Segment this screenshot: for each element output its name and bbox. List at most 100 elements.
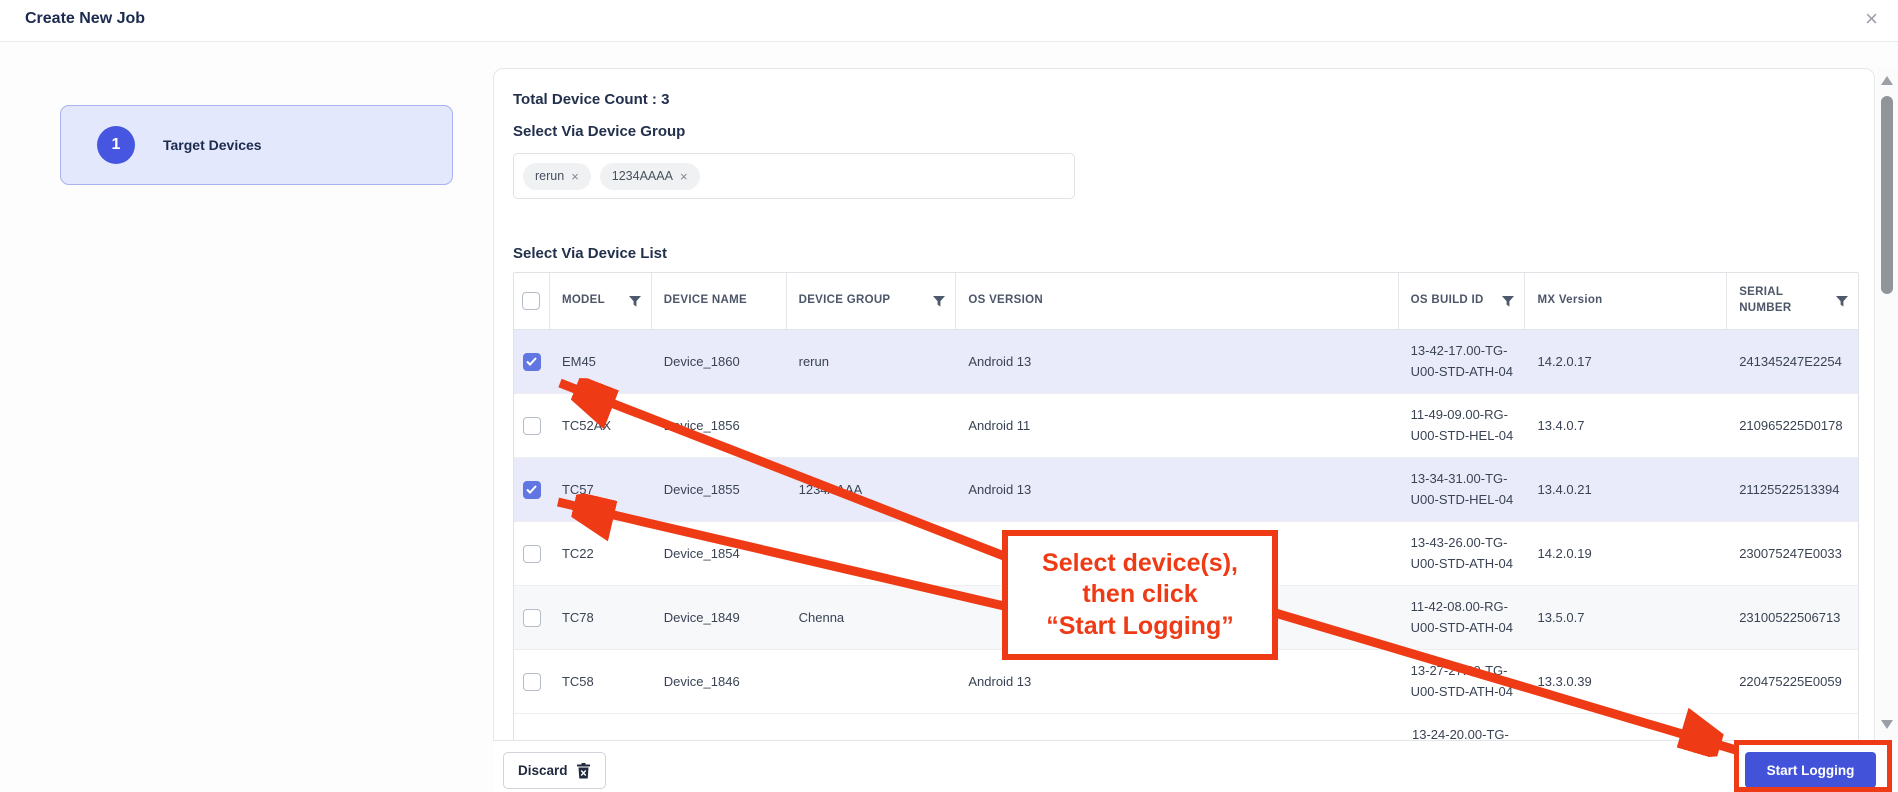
cell-model: TC52AX [550, 394, 652, 457]
cell-mx-version: 13.4.0.7 [1525, 394, 1727, 457]
cell-os-version: Android 13 [956, 458, 1398, 521]
column-header-model[interactable]: MODEL [550, 273, 652, 329]
filter-icon[interactable] [629, 296, 641, 307]
cell-model: TC78 [550, 586, 652, 649]
column-header-label: SERIAL NUMBER [1739, 285, 1799, 316]
scrollbar-thumb[interactable] [1881, 96, 1893, 294]
column-header-label: DEVICE GROUP [799, 293, 891, 309]
column-header-os-version[interactable]: OS VERSION [956, 273, 1398, 329]
header-checkbox-cell [514, 273, 550, 329]
column-header-mx-version[interactable]: MX Version [1525, 273, 1727, 329]
column-header-os-build-id[interactable]: OS BUILD ID [1399, 273, 1526, 329]
row-checkbox-cell [514, 394, 550, 457]
cell-mx-version: 14.2.0.19 [1525, 522, 1727, 585]
row-checkbox[interactable] [523, 353, 541, 371]
cell-device-name: Device_1854 [652, 522, 787, 585]
cell-os-version: Android 13 [956, 330, 1398, 393]
step-number-badge: 1 [97, 126, 135, 164]
column-header-label: MX Version [1537, 293, 1602, 309]
cell-device-name: Device_1855 [652, 458, 787, 521]
cell-os-build-id: 11-42-08.00-RG-U00-STD-ATH-04 [1399, 586, 1526, 649]
row-checkbox-cell [514, 650, 550, 713]
trash-delete-icon [576, 763, 591, 779]
cell-serial-number: 230075247E0033 [1727, 522, 1858, 585]
chip-remove-icon[interactable]: × [571, 169, 579, 184]
scrollbar-down-arrow-icon[interactable] [1881, 720, 1893, 729]
cell-model: EM45 [550, 330, 652, 393]
table-row-partial: 13-24-20.00-TG- [514, 714, 1858, 741]
cell-os-build-id: 13-42-17.00-TG-U00-STD-ATH-04 [1399, 330, 1526, 393]
cell-device-group: 1234AAAA [787, 458, 957, 521]
column-header-device-group[interactable]: DEVICE GROUP [787, 273, 957, 329]
device-table: MODEL DEVICE NAME DEVICE GROUP OS VERSION OS… [513, 272, 1859, 741]
device-group-section-label: Select Via Device Group [513, 123, 685, 140]
close-icon[interactable]: × [1865, 8, 1878, 30]
table-row[interactable]: TC52AXDevice_1856 Android 1111-49-09.00-R… [514, 394, 1858, 458]
filter-icon[interactable] [1836, 296, 1848, 307]
cell-device-name: Device_1856 [652, 394, 787, 457]
table-row[interactable]: TC57Device_18551234AAAAAndroid 1313-34-3… [514, 458, 1858, 522]
cell-serial-number: 21125522513394 [1727, 458, 1858, 521]
row-checkbox[interactable] [523, 481, 541, 499]
chip-label: 1234AAAA [612, 169, 673, 183]
cell-os-build-id-partial: 13-24-20.00-TG- [1412, 727, 1509, 741]
row-checkbox-cell [514, 330, 550, 393]
cell-device-name: Device_1860 [652, 330, 787, 393]
create-new-job-dialog: Create New Job × 1 Target Devices Total … [0, 0, 1898, 792]
cell-os-build-id: 13-27-27.00-TG-U00-STD-ATH-04 [1399, 650, 1526, 713]
cell-serial-number: 241345247E2254 [1727, 330, 1858, 393]
row-checkbox[interactable] [523, 417, 541, 435]
cell-serial-number: 23100522506713 [1727, 586, 1858, 649]
chip-label: rerun [535, 169, 564, 183]
row-checkbox[interactable] [523, 673, 541, 691]
dialog-footer: Discard Start Logging [493, 740, 1875, 792]
row-checkbox[interactable] [523, 609, 541, 627]
cell-os-build-id: 11-49-09.00-RG-U00-STD-HEL-04 [1399, 394, 1526, 457]
device-group-chip: 1234AAAA × [600, 163, 700, 190]
column-header-label: DEVICE NAME [664, 293, 747, 309]
column-header-label: OS BUILD ID [1411, 293, 1484, 309]
discard-button-label: Discard [518, 763, 568, 778]
start-logging-button[interactable]: Start Logging [1745, 752, 1876, 788]
column-header-device-name[interactable]: DEVICE NAME [652, 273, 787, 329]
cell-device-group [787, 522, 957, 585]
annotation-text-line: Select device(s), [1042, 548, 1238, 580]
table-row[interactable]: EM45Device_1860rerunAndroid 1313-42-17.0… [514, 330, 1858, 394]
cell-device-group [787, 650, 957, 713]
select-all-checkbox[interactable] [522, 292, 540, 310]
column-header-label: OS VERSION [968, 293, 1043, 309]
row-checkbox-cell [514, 522, 550, 585]
annotation-text-line: then click [1082, 579, 1197, 611]
cell-os-version: Android 11 [956, 394, 1398, 457]
scrollbar-up-arrow-icon[interactable] [1881, 76, 1893, 85]
cell-mx-version: 13.4.0.21 [1525, 458, 1727, 521]
step-target-devices[interactable]: 1 Target Devices [60, 105, 453, 185]
filter-icon[interactable] [1502, 296, 1514, 307]
cell-serial-number: 220475225E0059 [1727, 650, 1858, 713]
row-checkbox-cell [514, 458, 550, 521]
cell-device-name: Device_1849 [652, 586, 787, 649]
cell-device-group [787, 394, 957, 457]
cell-os-build-id: 13-43-26.00-TG-U00-STD-ATH-04 [1399, 522, 1526, 585]
chip-remove-icon[interactable]: × [680, 169, 688, 184]
row-checkbox-cell [514, 586, 550, 649]
device-group-chip: rerun × [523, 163, 591, 190]
row-checkbox[interactable] [523, 545, 541, 563]
step-label: Target Devices [163, 137, 262, 153]
cell-model: TC58 [550, 650, 652, 713]
annotation-callout: Select device(s),then click“Start Loggin… [1002, 530, 1278, 660]
vertical-scrollbar[interactable] [1877, 68, 1897, 740]
filter-icon[interactable] [933, 296, 945, 307]
total-device-count: Total Device Count : 3 [513, 91, 669, 108]
discard-button[interactable]: Discard [503, 752, 606, 789]
cell-serial-number: 210965225D0178 [1727, 394, 1858, 457]
cell-mx-version: 13.5.0.7 [1525, 586, 1727, 649]
cell-mx-version: 14.2.0.17 [1525, 330, 1727, 393]
cell-model: TC22 [550, 522, 652, 585]
cell-device-group: Chenna [787, 586, 957, 649]
column-header-serial-number[interactable]: SERIAL NUMBER [1727, 273, 1858, 329]
device-group-input[interactable]: rerun × 1234AAAA × [513, 153, 1075, 199]
cell-mx-version: 13.3.0.39 [1525, 650, 1727, 713]
annotation-text-line: “Start Logging” [1046, 611, 1233, 643]
cell-model: TC57 [550, 458, 652, 521]
